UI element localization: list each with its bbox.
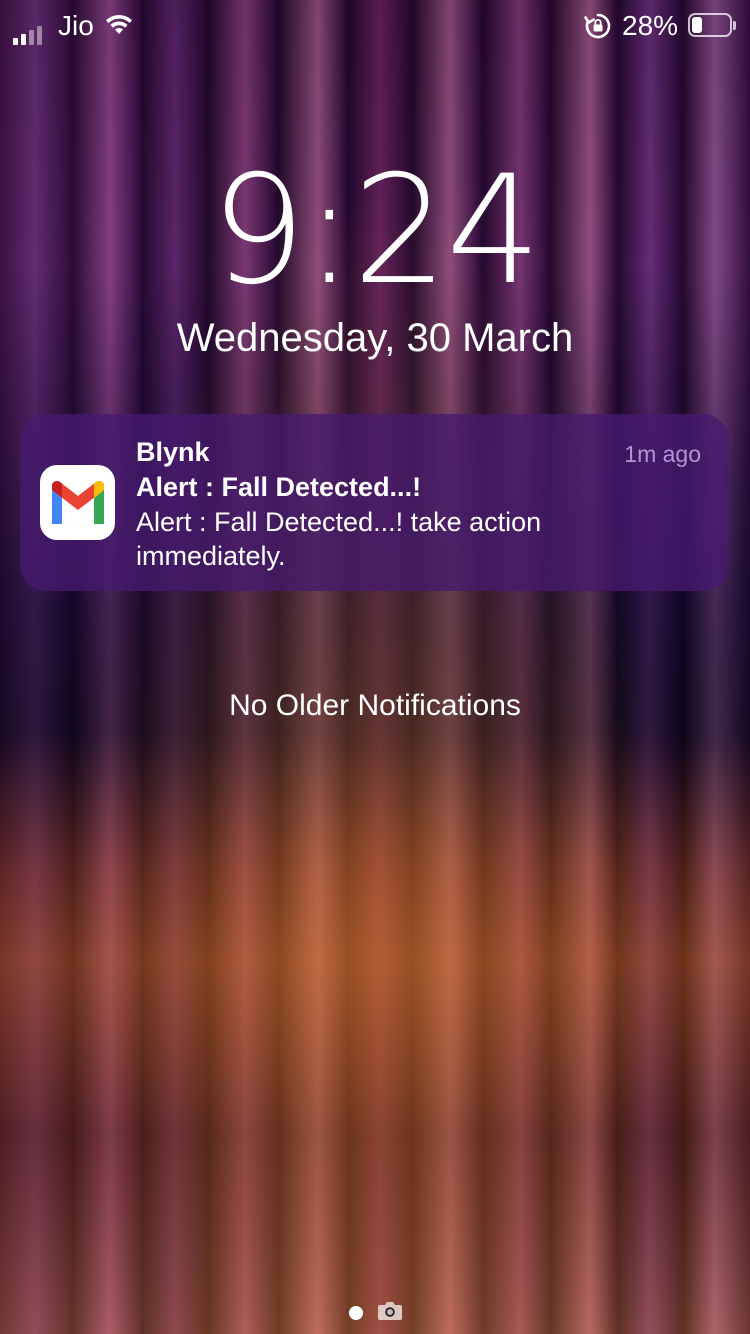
- battery-percentage: 28%: [622, 10, 679, 41]
- notification-card[interactable]: Blynk 1m ago Alert : Fall Detected...! A…: [20, 414, 729, 591]
- cellular-signal-icon: [13, 26, 42, 45]
- notification-app-name: Blynk: [136, 437, 210, 467]
- notification-title: Alert : Fall Detected...!: [136, 472, 422, 502]
- lock-screen-time: 9:24: [210, 144, 542, 318]
- notification-time: 1m ago: [624, 441, 701, 467]
- wifi-icon: [104, 12, 134, 41]
- page-dot-icon: [349, 1306, 363, 1320]
- lock-screen: Jio 28% 9:24 Wednesday, 30 March Blynk 1…: [0, 0, 750, 1334]
- rotation-lock-icon: [584, 12, 612, 45]
- carrier-name: Jio: [58, 10, 94, 41]
- battery-icon: [688, 13, 736, 37]
- battery-fill: [692, 17, 702, 33]
- status-bar: Jio 28%: [0, 8, 750, 45]
- notification-body: Alert : Fall Detected...! take action im…: [136, 507, 542, 571]
- no-older-notifications-label: No Older Notifications: [229, 689, 521, 722]
- lock-screen-date: Wednesday, 30 March: [176, 316, 574, 360]
- gmail-icon: [40, 465, 115, 540]
- camera-icon[interactable]: [377, 1300, 403, 1327]
